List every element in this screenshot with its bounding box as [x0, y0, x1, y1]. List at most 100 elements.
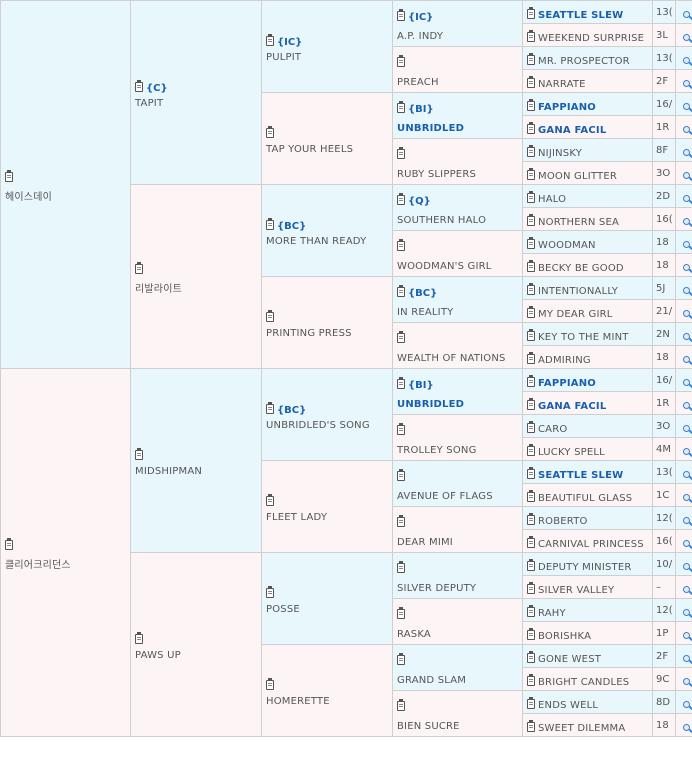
- search-button[interactable]: [675, 529, 692, 553]
- clipboard-icon[interactable]: [397, 376, 405, 389]
- clipboard-icon[interactable]: [527, 328, 535, 341]
- horse-gen3-1[interactable]: {IC} PULPIT: [261, 0, 393, 93]
- horse-gen5-20[interactable]: LUCKY SPELL: [522, 437, 653, 461]
- horse-gen1-1[interactable]: 헤이스데이: [0, 0, 131, 369]
- magnifier-icon[interactable]: [682, 355, 690, 363]
- clipboard-icon[interactable]: [5, 170, 13, 182]
- horse-gen5-4[interactable]: NARRATE: [522, 69, 653, 93]
- clipboard-icon[interactable]: [527, 98, 535, 111]
- search-button[interactable]: [675, 644, 692, 668]
- clipboard-icon[interactable]: [527, 282, 535, 295]
- magnifier-icon[interactable]: [682, 171, 690, 179]
- horse-gen5-14[interactable]: MY DEAR GIRL: [522, 299, 653, 323]
- magnifier-icon[interactable]: [682, 654, 690, 662]
- horse-gen1-2[interactable]: 클리어크리던스: [0, 368, 131, 737]
- search-button[interactable]: [675, 0, 692, 24]
- horse-gen5-19[interactable]: CARO: [522, 414, 653, 438]
- magnifier-icon[interactable]: [682, 217, 690, 225]
- clipboard-icon[interactable]: [527, 581, 535, 594]
- horse-gen4-10[interactable]: TROLLEY SONG: [392, 414, 523, 461]
- horse-gen3-6[interactable]: FLEET LADY: [261, 460, 393, 553]
- horse-gen5-1[interactable]: SEATTLE SLEW: [522, 0, 653, 24]
- clipboard-icon[interactable]: [527, 489, 535, 502]
- clipboard-icon[interactable]: [527, 650, 535, 663]
- horse-gen5-3[interactable]: MR. PROSPECTOR: [522, 46, 653, 70]
- clipboard-icon[interactable]: [527, 719, 535, 732]
- horse-gen4-9[interactable]: {BI} UNBRIDLED: [392, 368, 523, 415]
- clipboard-icon[interactable]: [135, 262, 143, 274]
- magnifier-icon[interactable]: [682, 33, 690, 41]
- horse-gen5-15[interactable]: KEY TO THE MINT: [522, 322, 653, 346]
- search-button[interactable]: [675, 161, 692, 185]
- horse-gen4-14[interactable]: RASKA: [392, 598, 523, 645]
- search-button[interactable]: [675, 598, 692, 622]
- horse-gen5-31[interactable]: ENDS WELL: [522, 690, 653, 714]
- horse-gen5-10[interactable]: NORTHERN SEA: [522, 207, 653, 231]
- magnifier-icon[interactable]: [682, 10, 690, 18]
- magnifier-icon[interactable]: [682, 332, 690, 340]
- horse-gen4-16[interactable]: BIEN SUCRE: [392, 690, 523, 737]
- magnifier-icon[interactable]: [682, 378, 690, 386]
- clipboard-icon[interactable]: [397, 192, 405, 205]
- magnifier-icon[interactable]: [682, 240, 690, 248]
- clipboard-icon[interactable]: [266, 34, 274, 46]
- magnifier-icon[interactable]: [682, 401, 690, 409]
- search-button[interactable]: [675, 115, 692, 139]
- horse-gen5-23[interactable]: ROBERTO: [522, 506, 653, 530]
- horse-gen5-6[interactable]: GANA FACIL: [522, 115, 653, 139]
- horse-gen5-30[interactable]: BRIGHT CANDLES: [522, 667, 653, 691]
- horse-gen5-7[interactable]: NIJINSKY: [522, 138, 653, 162]
- clipboard-icon[interactable]: [527, 305, 535, 318]
- clipboard-icon[interactable]: [397, 100, 405, 113]
- magnifier-icon[interactable]: [682, 286, 690, 294]
- clipboard-icon[interactable]: [266, 678, 274, 690]
- clipboard-icon[interactable]: [397, 698, 405, 711]
- clipboard-icon[interactable]: [527, 604, 535, 617]
- horse-gen5-26[interactable]: SILVER VALLEY: [522, 575, 653, 599]
- horse-gen5-8[interactable]: MOON GLITTER: [522, 161, 653, 185]
- clipboard-icon[interactable]: [266, 494, 274, 506]
- magnifier-icon[interactable]: [682, 562, 690, 570]
- horse-gen4-4[interactable]: RUBY SLIPPERS: [392, 138, 523, 185]
- clipboard-icon[interactable]: [397, 238, 405, 251]
- horse-gen3-8[interactable]: HOMERETTE: [261, 644, 393, 737]
- search-button[interactable]: [675, 368, 692, 392]
- clipboard-icon[interactable]: [397, 146, 405, 159]
- clipboard-icon[interactable]: [397, 54, 405, 67]
- search-button[interactable]: [675, 253, 692, 277]
- magnifier-icon[interactable]: [682, 493, 690, 501]
- horse-gen2-4[interactable]: PAWS UP: [130, 552, 262, 737]
- search-button[interactable]: [675, 713, 692, 737]
- clipboard-icon[interactable]: [5, 538, 13, 550]
- search-button[interactable]: [675, 621, 692, 645]
- clipboard-icon[interactable]: [527, 351, 535, 364]
- search-button[interactable]: [675, 207, 692, 231]
- horse-gen4-3[interactable]: {BI} UNBRIDLED: [392, 92, 523, 139]
- search-button[interactable]: [675, 552, 692, 576]
- clipboard-icon[interactable]: [135, 80, 143, 92]
- horse-gen5-28[interactable]: BORISHKA: [522, 621, 653, 645]
- horse-gen3-3[interactable]: {BC} MORE THAN READY: [261, 184, 393, 277]
- horse-gen2-2[interactable]: 리발라이트: [130, 184, 262, 369]
- horse-gen5-32[interactable]: SWEET DILEMMA: [522, 713, 653, 737]
- clipboard-icon[interactable]: [397, 330, 405, 343]
- magnifier-icon[interactable]: [682, 309, 690, 317]
- horse-gen5-25[interactable]: DEPUTY MINISTER: [522, 552, 653, 576]
- horse-gen5-17[interactable]: FAPPIANO: [522, 368, 653, 392]
- magnifier-icon[interactable]: [682, 102, 690, 110]
- horse-gen5-27[interactable]: RAHY: [522, 598, 653, 622]
- horse-gen3-5[interactable]: {BC} UNBRIDLED'S SONG: [261, 368, 393, 461]
- clipboard-icon[interactable]: [527, 52, 535, 65]
- clipboard-icon[interactable]: [527, 512, 535, 525]
- clipboard-icon[interactable]: [397, 422, 405, 435]
- search-button[interactable]: [675, 460, 692, 484]
- magnifier-icon[interactable]: [682, 79, 690, 87]
- horse-gen5-13[interactable]: INTENTIONALLY: [522, 276, 653, 300]
- clipboard-icon[interactable]: [527, 29, 535, 42]
- clipboard-icon[interactable]: [266, 218, 274, 230]
- horse-gen5-9[interactable]: HALO: [522, 184, 653, 208]
- clipboard-icon[interactable]: [266, 586, 274, 598]
- clipboard-icon[interactable]: [266, 402, 274, 414]
- horse-gen5-24[interactable]: CARNIVAL PRINCESS: [522, 529, 653, 553]
- search-button[interactable]: [675, 506, 692, 530]
